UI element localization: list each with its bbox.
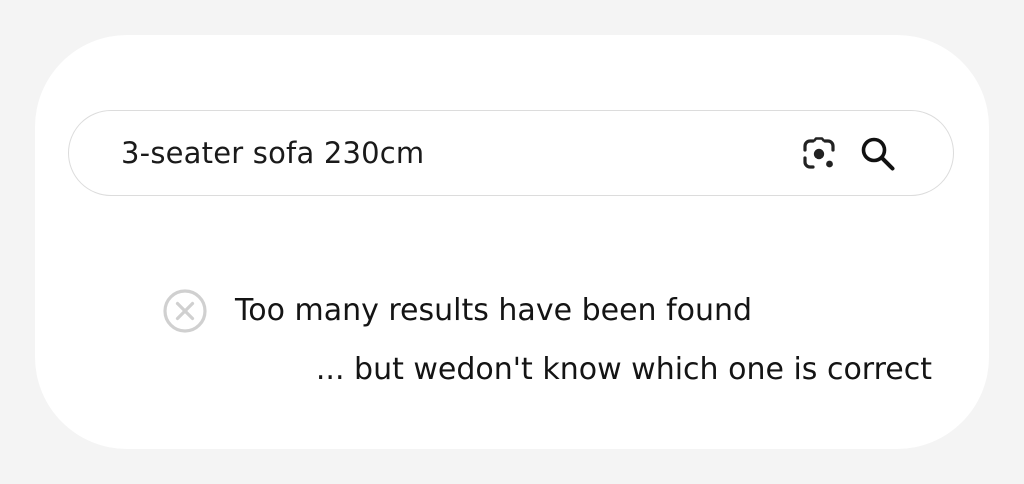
circle-x-icon bbox=[163, 289, 207, 333]
visual-search-button[interactable] bbox=[801, 136, 837, 172]
status-message-subtitle: ... but wedon't know which one is correc… bbox=[315, 352, 932, 387]
camera-lens-icon bbox=[803, 137, 835, 169]
search-bar[interactable]: 3-seater sofa 230cm bbox=[68, 110, 954, 196]
error-status-icon bbox=[162, 288, 208, 334]
search-button[interactable] bbox=[859, 135, 897, 173]
search-input[interactable]: 3-seater sofa 230cm bbox=[121, 111, 424, 195]
magnifier-icon bbox=[861, 137, 895, 171]
status-message-title: Too many results have been found bbox=[235, 293, 753, 328]
